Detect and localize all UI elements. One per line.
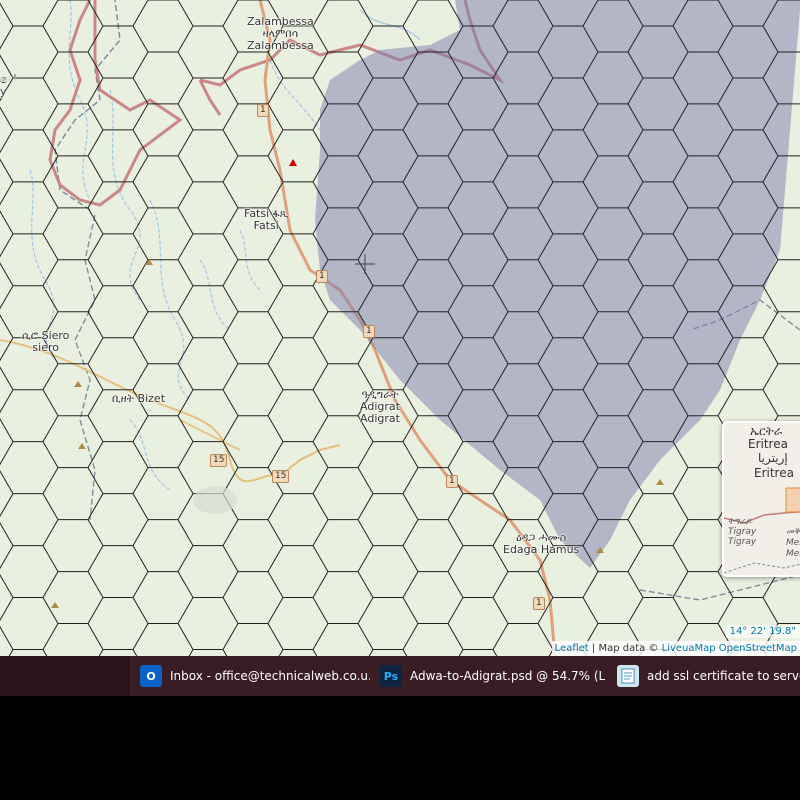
place-name: y bbox=[0, 85, 7, 98]
outlook-icon: O bbox=[140, 665, 162, 687]
provider-link[interactable]: LiveuaMap OpenStreetMap bbox=[662, 643, 797, 654]
photoshop-icon: Ps bbox=[380, 665, 402, 687]
place-name: Edaga Hamus bbox=[503, 543, 580, 556]
place-name: ቢዘት Bizet bbox=[112, 392, 166, 405]
place-label-adigrat: ዓዲግራት Adigrat Adigrat bbox=[360, 389, 400, 425]
map-canvas[interactable] bbox=[0, 0, 800, 656]
map-viewport[interactable]: Zalambessa ዛላምበሳ Zalambessa Fatsi ፋጺ Fat… bbox=[0, 0, 800, 656]
place-label-zalambessa: Zalambessa ዛላምበሳ Zalambessa bbox=[247, 16, 314, 52]
place-name: Fatsi bbox=[253, 219, 279, 232]
attribution-separator: | Map data © bbox=[588, 643, 662, 654]
road-shield: 1 bbox=[533, 597, 545, 610]
taskbar-item-label: Inbox - office@technicalweb.co.u... bbox=[170, 669, 370, 683]
bottom-hex-grid bbox=[0, 696, 800, 800]
taskbar-item-outlook[interactable]: O Inbox - office@technicalweb.co.u... bbox=[140, 656, 370, 696]
road-shield: 15 bbox=[272, 470, 290, 483]
taskbar-item-label: Adwa-to-Adigrat.psd @ 54.7% (La... bbox=[410, 669, 605, 683]
road-shield: 1 bbox=[363, 325, 375, 338]
place-label-fatsi: Fatsi ፋጺ Fatsi bbox=[244, 208, 288, 232]
place-label-edaga-hamus: ዕዳጋ ሓሙስ Edaga Hamus bbox=[503, 532, 579, 556]
black-hex-area bbox=[0, 696, 800, 800]
place-label-bizet: ቢዘት Bizet bbox=[112, 393, 165, 405]
taskbar-item-photoshop[interactable]: Ps Adwa-to-Adigrat.psd @ 54.7% (La... bbox=[380, 656, 605, 696]
place-name: Adigrat bbox=[360, 412, 400, 425]
coordinate-readout: 14° 22' 19.8" bbox=[725, 625, 800, 638]
place-name: siero bbox=[32, 341, 59, 354]
place-label-edge: ේ y bbox=[0, 74, 16, 98]
minimap-hex-grid bbox=[724, 423, 800, 577]
place-label-siero: ሲሮ Siero siero bbox=[22, 330, 69, 354]
road-shield: 15 bbox=[210, 454, 228, 467]
road-shield: 1 bbox=[257, 104, 269, 117]
taskbar-left-area bbox=[0, 656, 130, 696]
taskbar-item-notepad[interactable]: add ssl certificate to server - N bbox=[617, 656, 800, 696]
taskbar: O Inbox - office@technicalweb.co.u... Ps… bbox=[0, 656, 800, 696]
taskbar-item-label: add ssl certificate to server - N bbox=[647, 669, 800, 683]
map-attribution: Leaflet | Map data © LiveuaMap OpenStree… bbox=[551, 641, 800, 656]
minimap[interactable]: ኤርትራ Eritrea إريتريا Eritrea ትግራይ Tigray… bbox=[722, 421, 800, 577]
road-shield: 1 bbox=[446, 475, 458, 488]
place-name: Zalambessa bbox=[247, 39, 314, 52]
land-patch bbox=[193, 486, 237, 514]
road-shield: 1 bbox=[316, 270, 328, 283]
notepad-icon bbox=[617, 665, 639, 687]
leaflet-link[interactable]: Leaflet bbox=[555, 643, 589, 654]
